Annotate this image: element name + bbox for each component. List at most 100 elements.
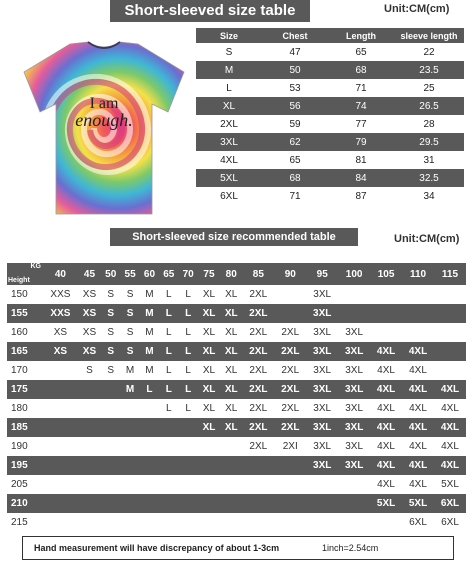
recommend-size-cell [43, 361, 78, 380]
recommend-size-cell: 4XL [370, 475, 403, 494]
recommend-size-cell: XL [220, 285, 243, 304]
recommend-size-cell: 2XL [274, 361, 307, 380]
size-table-cell: 34 [394, 187, 464, 205]
recommend-size-cell: 4XL [433, 380, 466, 399]
recommend-size-cell [77, 494, 102, 513]
size-table-cell: 28 [394, 115, 464, 133]
size-table-cell: M [196, 61, 262, 79]
recommend-size-cell [101, 437, 121, 456]
recommend-size-cell [274, 285, 307, 304]
recommend-size-cell: XL [220, 323, 243, 342]
tie-dye-tshirt-image: I am enough. [23, 41, 185, 215]
recommend-size-cell: 4XL [402, 380, 434, 399]
recommend-corner-cell: KG Height [7, 263, 43, 285]
recommend-size-cell: 2XI [274, 437, 307, 456]
recommend-size-cell: 4XL [402, 418, 434, 437]
recommend-size-cell [77, 418, 102, 437]
recommend-size-cell [402, 304, 434, 323]
recommend-size-cell [274, 513, 307, 532]
recommend-row: 175 M L L L XL XL 2XL 2XL 3XL 3XL 4XL 4XL 4XL [7, 380, 466, 399]
recommend-size-cell: XL [197, 304, 221, 323]
recommend-size-cell: XS [77, 342, 102, 361]
recommend-size-cell: XL [197, 285, 221, 304]
recommend-weight-header: 115 [433, 263, 466, 285]
size-table-cell: 3XL [196, 133, 262, 151]
recommend-size-cell: XS [43, 323, 78, 342]
recommend-size-cell [402, 285, 434, 304]
recommend-row: 180 L L XL XL 2XL 2XL 3XL 3XL 4XL 4XL 4XL [7, 399, 466, 418]
recommend-size-cell: 3XL [306, 361, 339, 380]
size-table-cell: 68 [328, 61, 394, 79]
recommend-size-cell [274, 304, 307, 323]
recommend-size-cell [338, 475, 371, 494]
recommend-size-cell [159, 475, 179, 494]
recommend-height-cell: 195 [7, 456, 43, 475]
recommend-size-cell: 3XL [338, 361, 371, 380]
recommend-size-cell: XXS [43, 285, 78, 304]
recommend-weight-header: 85 [242, 263, 275, 285]
size-table-cell: 71 [262, 187, 328, 205]
recommend-size-cell: L [178, 399, 198, 418]
recommend-size-cell: S [101, 285, 121, 304]
recommend-size-cell: 2XL [242, 342, 275, 361]
recommend-weight-header: 45 [77, 263, 102, 285]
recommend-size-cell [120, 494, 140, 513]
size-table-row: 6XL 71 87 34 [196, 187, 464, 205]
recommend-size-cell [101, 513, 121, 532]
recommend-size-cell: L [178, 342, 198, 361]
size-table-cell: 5XL [196, 169, 262, 187]
recommend-size-cell: 3XL [306, 418, 339, 437]
recommend-size-cell: S [77, 361, 102, 380]
size-table-cell: 29.5 [394, 133, 464, 151]
recommend-weight-header: 90 [274, 263, 307, 285]
recommend-row: 190 2XL 2XI 3XL 3XL 4XL 4XL 4XL [7, 437, 466, 456]
recommend-size-cell [197, 513, 221, 532]
recommend-size-cell: L [178, 323, 198, 342]
recommend-height-cell: 160 [7, 323, 43, 342]
recommend-size-cell: 2XL [242, 361, 275, 380]
recommend-size-cell: 4XL [433, 437, 466, 456]
recommend-size-cell [139, 494, 160, 513]
recommend-size-cell: 4XL [433, 399, 466, 418]
recommend-size-cell [338, 494, 371, 513]
recommend-size-cell: 2XL [274, 380, 307, 399]
recommend-size-cell: XS [43, 342, 78, 361]
recommend-size-cell [197, 456, 221, 475]
recommend-size-cell: XL [220, 361, 243, 380]
size-table-unit: Unit:CM(cm) [384, 3, 450, 15]
recommend-weight-header: 40 [43, 263, 78, 285]
recommend-table-title: Short-sleeved size recommended table [110, 228, 358, 246]
recommend-row: 195 3XL 3XL 4XL 4XL 4XL [7, 456, 466, 475]
recommend-size-cell [139, 437, 160, 456]
recommend-size-cell: 5XL [370, 494, 403, 513]
recommend-size-cell [338, 513, 371, 532]
recommend-size-cell [43, 418, 78, 437]
recommend-size-cell: S [101, 342, 121, 361]
recommend-size-cell [338, 285, 371, 304]
recommend-size-cell [370, 513, 403, 532]
size-table-cell: 6XL [196, 187, 262, 205]
recommend-weight-header: 65 [159, 263, 179, 285]
recommend-size-cell: S [101, 323, 121, 342]
recommend-size-cell [43, 475, 78, 494]
recommend-size-cell: 3XL [306, 399, 339, 418]
recommend-size-cell: L [178, 380, 198, 399]
recommend-size-cell [433, 342, 466, 361]
recommend-size-cell [178, 513, 198, 532]
recommend-size-cell: 3XL [306, 456, 339, 475]
size-table-cell: S [196, 43, 262, 61]
recommend-size-cell: L [159, 380, 179, 399]
recommend-weight-header: 50 [101, 263, 121, 285]
recommend-size-cell [274, 494, 307, 513]
size-table-cell: 4XL [196, 151, 262, 169]
recommend-size-cell: XL [220, 399, 243, 418]
recommend-size-cell [43, 513, 78, 532]
recommend-weight-header: 110 [402, 263, 434, 285]
size-table-cell: 53 [262, 79, 328, 97]
recommend-size-cell [77, 380, 102, 399]
recommend-size-cell [101, 399, 121, 418]
recommend-size-cell: XS [77, 323, 102, 342]
size-table-row: 5XL 68 84 32.5 [196, 169, 464, 187]
recommend-height-cell: 180 [7, 399, 43, 418]
recommend-size-cell: S [120, 304, 140, 323]
